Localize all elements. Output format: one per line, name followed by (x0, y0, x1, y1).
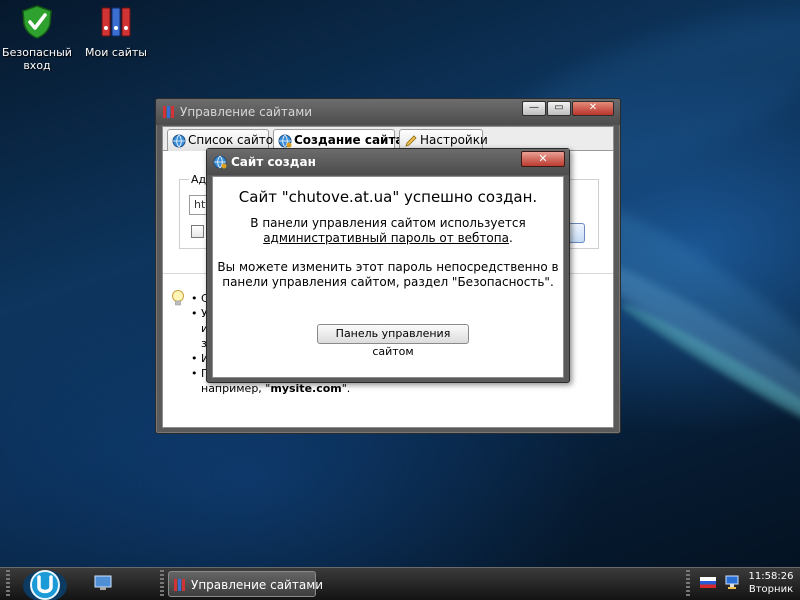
tab-label: Список сайтов (188, 133, 281, 147)
clock-day: Вторник (748, 584, 794, 595)
desktop-icon-secure-login[interactable]: Безопасный вход (0, 4, 74, 72)
site-created-dialog: Сайт создан ✕ Сайт "chutove.at.ua" успеш… (206, 148, 570, 383)
dialog-close-button[interactable]: ✕ (521, 151, 565, 167)
tip-item-continued: например, "mysite.com". (191, 381, 601, 396)
clock-time: 11:58:26 (748, 571, 794, 582)
dialog-title: Сайт создан (231, 155, 316, 169)
dialog-message-change: Вы можете изменить этот пароль непосредс… (213, 260, 563, 290)
taskbar (0, 567, 800, 600)
message-line: панели управления сайтом, раздел "Безопа… (222, 275, 554, 289)
tip-text: ". (341, 382, 351, 395)
heading-text: Сайт " (238, 188, 289, 206)
wallpaper-streak (615, 296, 800, 462)
site-control-panel-button[interactable]: Панель управления сайтом (317, 324, 469, 358)
close-button[interactable]: ✕ (572, 101, 614, 116)
dialog-message-password: В панели управления сайтом используется … (213, 216, 563, 246)
window-title: Управление сайтами (180, 105, 313, 119)
tip-example-domain: mysite.com (270, 382, 342, 395)
dialog-content: Сайт "chutove.at.ua" успешно создан. В п… (212, 176, 564, 378)
taskbar-grip[interactable] (160, 570, 164, 598)
russian-flag-icon[interactable] (700, 577, 716, 588)
globe-icon (172, 134, 186, 148)
dialog-titlebar[interactable]: Сайт создан ✕ (207, 149, 569, 175)
task-label: Управление сайтами (191, 578, 324, 592)
shield-icon (22, 5, 52, 39)
globe-gear-icon (213, 155, 227, 169)
u-logo-icon[interactable] (20, 568, 70, 600)
binders-icon (174, 579, 185, 591)
lightbulb-icon (172, 290, 184, 306)
network-icon[interactable] (724, 574, 740, 590)
globe-gear-icon (278, 134, 292, 148)
admin-password-link[interactable]: административный пароль от вебтопа (263, 231, 509, 245)
taskbar-clock[interactable]: 11:58:26 Вторник (744, 570, 798, 596)
dialog-heading: Сайт "chutove.at.ua" успешно создан. (213, 188, 563, 206)
option-checkbox[interactable] (191, 225, 204, 238)
message-line: В панели управления сайтом используется (250, 216, 526, 230)
pencil-icon (405, 135, 417, 147)
site-name: chutove.at.ua (288, 188, 393, 206)
desktop-icon-my-sites[interactable]: Мои сайты (79, 4, 153, 59)
taskbar-grip[interactable] (686, 570, 690, 598)
window-titlebar[interactable]: Управление сайтами — ▭ ✕ (156, 99, 620, 125)
minimize-button[interactable]: — (522, 101, 546, 116)
binders-icon (163, 106, 174, 118)
desktop-icon-label: Безопасный вход (2, 46, 72, 72)
message-punct: . (508, 231, 513, 245)
maximize-button[interactable]: ▭ (547, 101, 571, 116)
tip-text: например, " (201, 382, 271, 395)
tab-label: Настройки (420, 133, 488, 147)
binders-icon (101, 7, 131, 37)
message-line: Вы можете изменить этот пароль непосредс… (217, 260, 559, 274)
show-desktop-icon[interactable] (94, 575, 112, 591)
taskbar-grip[interactable] (6, 570, 10, 598)
tab-label: Создание сайта (294, 133, 404, 147)
heading-text: " успешно создан. (392, 188, 538, 206)
message-line: административный пароль от вебтопа. (213, 231, 563, 246)
desktop-icon-label: Мои сайты (85, 46, 147, 59)
taskbar-task-site-management[interactable]: Управление сайтами (168, 571, 323, 597)
